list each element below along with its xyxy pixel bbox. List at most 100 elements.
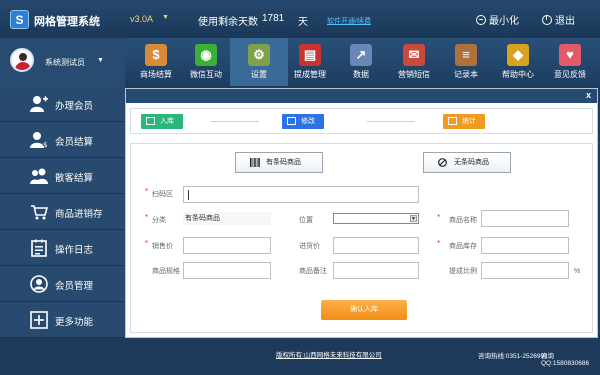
sidebar-item-label: 商品进销存 bbox=[55, 209, 103, 220]
log-icon bbox=[31, 239, 47, 257]
nav-item-notebook[interactable]: ≡ 记录本 bbox=[437, 38, 495, 86]
notebook-icon: ≡ bbox=[455, 44, 477, 66]
version-label[interactable]: v3.0A bbox=[130, 14, 153, 24]
renew-link[interactable]: 软件开通/续费 bbox=[327, 16, 371, 26]
sidebar-item-label: 办理会员 bbox=[55, 101, 94, 112]
dollar-icon: $ bbox=[145, 44, 167, 66]
wechat-icon: ◉ bbox=[195, 44, 217, 66]
commission-icon: ▤ bbox=[299, 44, 321, 66]
remaining-days-value: 1781 bbox=[262, 13, 285, 24]
nav-item-sms[interactable]: ✉ 营销短信 bbox=[385, 38, 443, 86]
svg-text:$: $ bbox=[43, 141, 47, 149]
chevron-down-icon[interactable]: ▼ bbox=[97, 57, 104, 64]
user-panel[interactable]: 系统测试员 ▼ bbox=[0, 38, 125, 86]
required-mark: * bbox=[145, 187, 149, 196]
nav-item-feedback[interactable]: ♥ 意见反馈 bbox=[541, 38, 599, 86]
button-label: 无条码商品 bbox=[454, 159, 489, 166]
purchase-price-input[interactable] bbox=[333, 237, 419, 254]
sidebar-item-member-manage[interactable]: 会员管理 bbox=[0, 266, 125, 302]
sidebar-item-inventory[interactable]: 商品进销存 bbox=[0, 194, 125, 230]
nav-label: 记录本 bbox=[454, 70, 478, 79]
location-label: 位置 bbox=[299, 217, 313, 224]
product-name-input[interactable] bbox=[481, 210, 569, 227]
step-bar: 入库 修改 统计 bbox=[130, 108, 593, 134]
note-label: 商品备注 bbox=[299, 268, 327, 275]
nav-label: 设置 bbox=[251, 70, 267, 79]
nav-item-data[interactable]: ↗ 数据 bbox=[332, 38, 390, 86]
sms-icon: ✉ bbox=[403, 44, 425, 66]
note-input[interactable] bbox=[333, 262, 419, 279]
cart-icon bbox=[31, 205, 48, 220]
main-nav: $ 商场结算 ◉ 微信互动 ⚙ 设置 ▤ 提成管理 ↗ 数据 ✉ 营销短信 ≡ … bbox=[125, 38, 600, 86]
spec-input[interactable] bbox=[183, 262, 271, 279]
help-icon: ◆ bbox=[507, 44, 529, 66]
commission-input[interactable] bbox=[481, 262, 569, 279]
nav-label: 意见反馈 bbox=[554, 70, 586, 79]
settings-icon: ⚙ bbox=[248, 44, 270, 66]
sidebar-item-more[interactable]: 更多功能 bbox=[0, 302, 125, 338]
scan-input[interactable] bbox=[183, 186, 419, 203]
edit-icon bbox=[287, 117, 296, 125]
sidebar-item-add-member[interactable]: 办理会员 bbox=[0, 86, 125, 122]
sidebar: 办理会员 $ 会员结算 散客结算 商品进销存 操作日志 会员管理 更多功能 bbox=[0, 86, 125, 338]
nav-item-commission[interactable]: ▤ 提成管理 bbox=[281, 38, 339, 86]
nav-label: 数据 bbox=[353, 70, 369, 79]
app-logo: S bbox=[10, 10, 29, 29]
exit-label: 退出 bbox=[555, 16, 575, 27]
sidebar-item-label: 散客结算 bbox=[55, 173, 94, 184]
product-form: 有条码商品 无条码商品 * 扫码区 * 分类 有条码商品 位置 ▼ * 商品名称… bbox=[130, 143, 593, 333]
sidebar-item-label: 更多功能 bbox=[55, 317, 94, 328]
tab-label: 统计 bbox=[462, 118, 476, 125]
location-select[interactable]: ▼ bbox=[333, 213, 419, 224]
nav-item-settings[interactable]: ⚙ 设置 bbox=[230, 38, 288, 86]
barcode-icon bbox=[250, 158, 260, 167]
tab-statistics[interactable]: 统计 bbox=[443, 114, 485, 129]
required-mark: * bbox=[437, 213, 441, 222]
sidebar-item-label: 会员结算 bbox=[55, 137, 94, 148]
sidebar-item-label: 操作日志 bbox=[55, 245, 94, 256]
more-icon bbox=[30, 311, 48, 329]
close-icon[interactable]: x bbox=[586, 90, 591, 100]
statistics-icon bbox=[448, 117, 457, 125]
barcode-product-button[interactable]: 有条码商品 bbox=[235, 152, 323, 173]
minimize-button[interactable]: 最小化 bbox=[476, 12, 519, 27]
sidebar-item-operation-log[interactable]: 操作日志 bbox=[0, 230, 125, 266]
tab-stock-in[interactable]: 入库 bbox=[141, 114, 183, 129]
product-name-label: 商品名称 bbox=[449, 217, 477, 224]
sale-price-label: 销售价 bbox=[152, 243, 173, 250]
stock-in-icon bbox=[146, 117, 155, 125]
tab-label: 入库 bbox=[160, 118, 174, 125]
guest-checkout-icon bbox=[30, 168, 48, 184]
no-barcode-icon bbox=[438, 158, 447, 167]
sidebar-item-member-checkout[interactable]: $ 会员结算 bbox=[0, 122, 125, 158]
qq-text: 咨询QQ:1580830686 bbox=[541, 353, 590, 367]
username[interactable]: 系统测试员 bbox=[45, 57, 85, 68]
title-bar: S 网格管理系统 v3.0A ▼ 使用剩余天数 1781 天 软件开通/续费 最… bbox=[0, 0, 600, 38]
exit-button[interactable]: 退出 bbox=[542, 12, 575, 27]
sale-price-input[interactable] bbox=[183, 237, 271, 254]
hotline-text: 咨询热线:0351-2526991 bbox=[478, 353, 548, 360]
footer: 版权所有:山西网格未来科技有限公司 咨询热线:0351-2526991 咨询QQ… bbox=[0, 340, 600, 375]
member-checkout-icon: $ bbox=[30, 132, 47, 149]
nav-item-help[interactable]: ◆ 帮助中心 bbox=[489, 38, 547, 86]
copyright-link[interactable]: 版权所有:山西网格未来科技有限公司 bbox=[276, 349, 382, 359]
no-barcode-product-button[interactable]: 无条码商品 bbox=[423, 152, 511, 173]
add-member-icon bbox=[30, 96, 48, 112]
required-mark: * bbox=[145, 213, 149, 222]
avatar bbox=[10, 48, 34, 72]
nav-item-wechat[interactable]: ◉ 微信互动 bbox=[177, 38, 235, 86]
tab-edit[interactable]: 修改 bbox=[282, 114, 324, 129]
button-label: 有条码商品 bbox=[266, 159, 301, 166]
commission-label: 提成比例 bbox=[449, 268, 477, 275]
chevron-down-icon[interactable]: ▼ bbox=[162, 14, 169, 21]
stock-input[interactable] bbox=[481, 237, 569, 254]
feedback-icon: ♥ bbox=[559, 44, 581, 66]
confirm-stock-in-button[interactable]: 确认入库 bbox=[321, 300, 407, 320]
required-mark: * bbox=[145, 239, 149, 248]
member-manage-icon bbox=[30, 275, 48, 293]
category-label: 分类 bbox=[152, 217, 166, 224]
minimize-icon bbox=[476, 14, 486, 25]
sidebar-item-guest-checkout[interactable]: 散客结算 bbox=[0, 158, 125, 194]
category-value: 有条码商品 bbox=[183, 212, 271, 225]
minimize-label: 最小化 bbox=[489, 16, 519, 27]
